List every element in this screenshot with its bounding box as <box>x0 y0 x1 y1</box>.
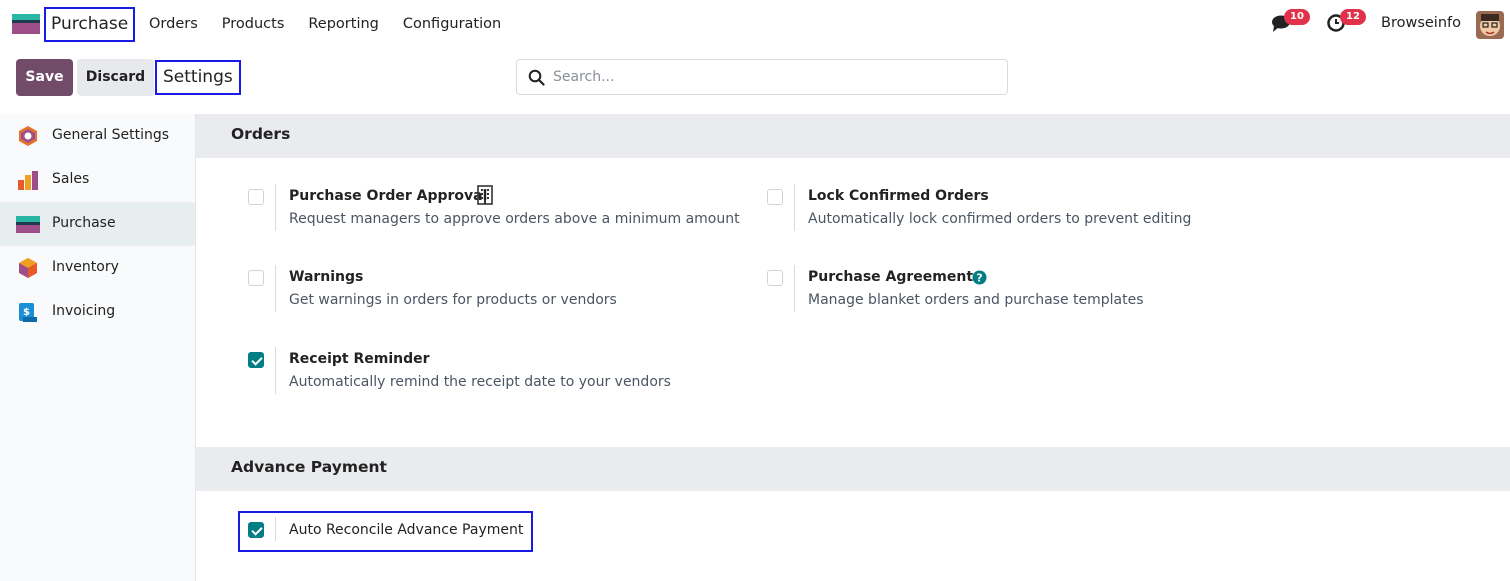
sidebar-item-invoicing[interactable]: $ Invoicing <box>0 290 195 334</box>
setting-title: Receipt Reminder <box>289 351 430 367</box>
svg-text:?: ? <box>976 272 982 285</box>
purchase-agreements-checkbox[interactable] <box>767 270 783 286</box>
app-name[interactable]: Purchase <box>44 7 136 42</box>
search-icon <box>528 69 545 86</box>
settings-sidebar: General Settings Sales Purchase Inventor… <box>0 114 196 581</box>
company-building-icon <box>477 185 493 205</box>
avatar-face-icon <box>1476 11 1504 39</box>
activities-badge: 12 <box>1340 9 1366 25</box>
svg-text:$: $ <box>23 307 30 318</box>
user-name[interactable]: Browseinfo <box>1381 15 1461 31</box>
sales-icon <box>18 171 38 190</box>
section-header-advance-payment: Advance Payment <box>196 447 1510 491</box>
setting-description: Request managers to approve orders above… <box>289 211 740 227</box>
main-menu: Orders Products Reporting Configuration <box>149 0 525 48</box>
setting-divider <box>794 184 795 231</box>
setting-divider <box>275 265 276 312</box>
menu-item-orders[interactable]: Orders <box>149 16 198 32</box>
sidebar-item-label: Inventory <box>52 259 119 275</box>
search-bar[interactable] <box>516 59 1008 95</box>
breadcrumb-title: Settings <box>155 60 241 95</box>
messages-badge: 10 <box>1284 9 1310 25</box>
menu-item-reporting[interactable]: Reporting <box>308 16 379 32</box>
section-title: Advance Payment <box>231 458 387 476</box>
invoicing-icon: $ <box>19 303 37 322</box>
setting-description: Manage blanket orders and purchase templ… <box>808 292 1144 308</box>
general-settings-icon <box>19 126 37 146</box>
setting-title: Purchase Agreements <box>808 269 982 285</box>
discard-button[interactable]: Discard <box>77 59 154 96</box>
messages-button[interactable]: 10 <box>1270 9 1310 38</box>
setting-description: Automatically lock confirmed orders to p… <box>808 211 1192 227</box>
user-avatar[interactable] <box>1476 11 1504 39</box>
sidebar-item-label: General Settings <box>52 127 170 143</box>
top-navbar: Purchase Orders Products Reporting Confi… <box>0 0 1510 48</box>
purchase-app-icon[interactable] <box>12 14 40 34</box>
purchase-order-approval-checkbox[interactable] <box>248 189 264 205</box>
sidebar-item-label: Invoicing <box>52 303 116 319</box>
save-button[interactable]: Save <box>16 59 73 96</box>
lock-confirmed-orders-checkbox[interactable] <box>767 189 783 205</box>
sidebar-item-inventory[interactable]: Inventory <box>0 246 195 290</box>
sidebar-item-sales[interactable]: Sales <box>0 158 195 202</box>
warnings-checkbox[interactable] <box>248 270 264 286</box>
menu-item-products[interactable]: Products <box>222 16 285 32</box>
setting-divider <box>275 347 276 394</box>
help-question-icon[interactable]: ? <box>972 270 987 285</box>
sidebar-item-purchase[interactable]: Purchase <box>0 202 195 246</box>
setting-title: Purchase Order Approval <box>289 188 488 204</box>
menu-item-configuration[interactable]: Configuration <box>403 16 501 32</box>
setting-description: Automatically remind the receipt date to… <box>289 374 671 390</box>
setting-title: Warnings <box>289 269 364 285</box>
section-title: Orders <box>231 125 291 143</box>
setting-description: Get warnings in orders for products or v… <box>289 292 617 308</box>
sidebar-item-label: Sales <box>52 171 90 187</box>
setting-title: Lock Confirmed Orders <box>808 188 989 204</box>
activities-button[interactable]: 12 <box>1326 9 1366 38</box>
setting-divider <box>794 265 795 312</box>
sidebar-item-label: Purchase <box>52 215 116 231</box>
section-header-orders: Orders <box>196 114 1510 158</box>
highlight-annotation-box <box>238 511 533 552</box>
search-input[interactable] <box>553 66 993 88</box>
setting-divider <box>275 184 276 231</box>
sidebar-item-general-settings[interactable]: General Settings <box>0 114 195 158</box>
inventory-icon <box>19 258 37 278</box>
purchase-icon <box>16 216 40 233</box>
receipt-reminder-checkbox[interactable] <box>248 352 264 368</box>
